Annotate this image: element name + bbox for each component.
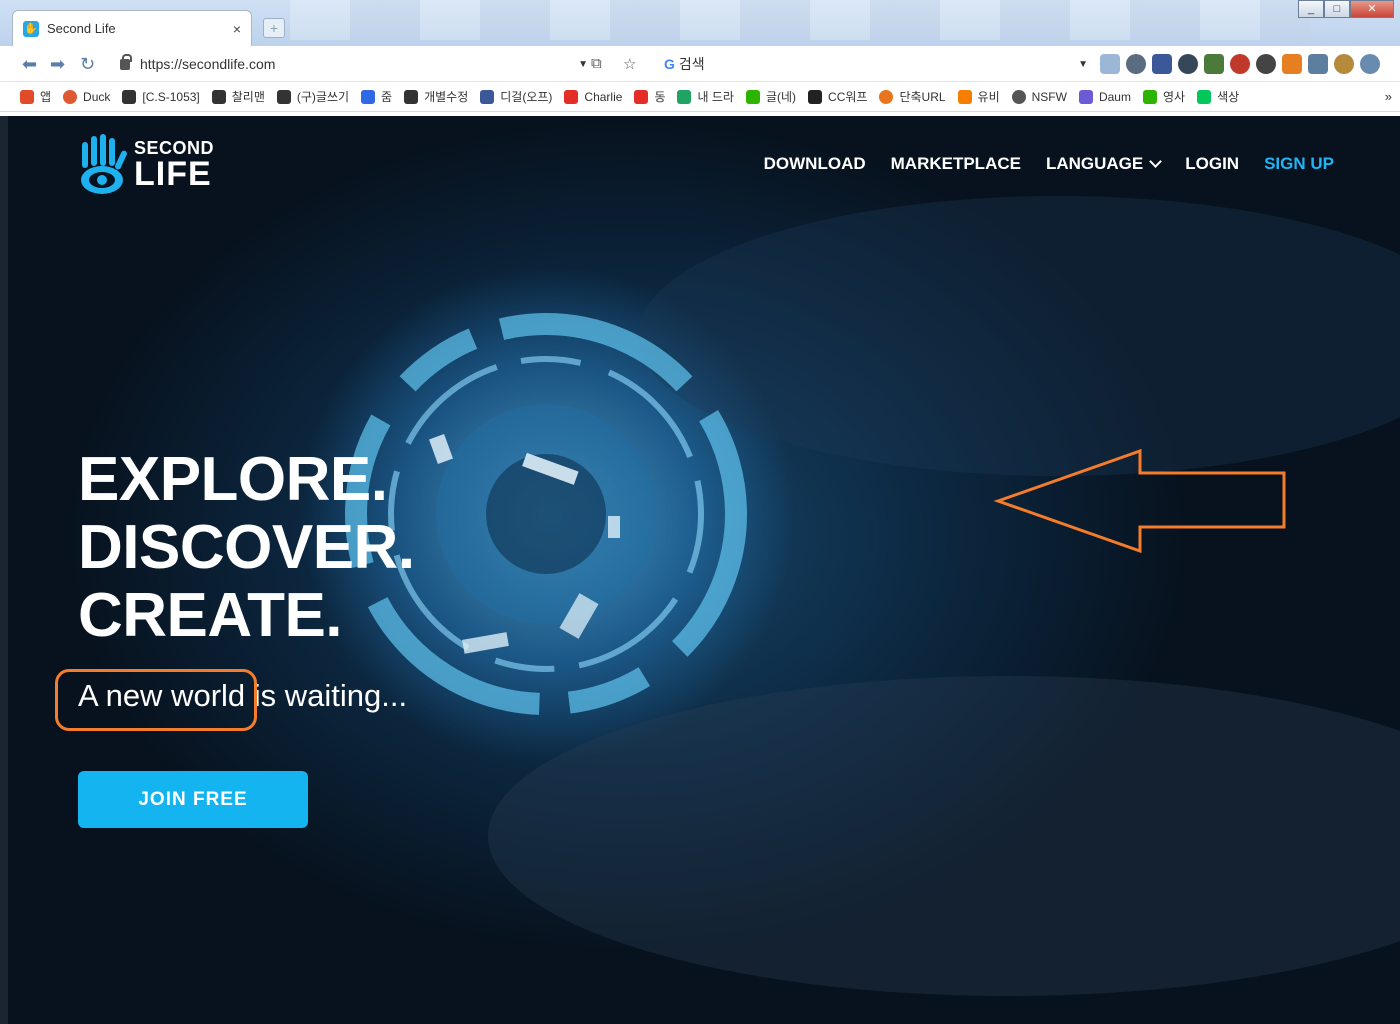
url-text: https://secondlife.com	[140, 56, 276, 72]
naver-icon	[1197, 89, 1212, 104]
bookmark-item[interactable]: 줌	[361, 88, 392, 105]
bookmark-item[interactable]: 앱	[20, 88, 51, 105]
nav-download-link[interactable]: DOWNLOAD	[764, 154, 866, 174]
chevron-down-icon	[1149, 155, 1163, 168]
bookmark-item[interactable]: 색상	[1197, 88, 1239, 105]
bookmark-item[interactable]: 글(네)	[745, 88, 796, 105]
bookmark-item[interactable]: 유비	[957, 88, 1000, 105]
zoom-z-icon	[361, 89, 376, 104]
bookmark-star-icon[interactable]: ☆	[623, 55, 636, 73]
bookmark-item[interactable]: NSFW	[1011, 89, 1067, 104]
bookmark-item[interactable]: 찰리맨	[211, 88, 265, 105]
bookmark-item[interactable]: Daum	[1078, 89, 1131, 104]
bookmark-item[interactable]: 단축URL	[879, 88, 946, 105]
annotation-highlight-oval	[55, 669, 257, 731]
join-free-button[interactable]: JOIN FREE	[78, 771, 308, 828]
headline-line-discover: DISCOVER.	[78, 513, 415, 582]
home-icon[interactable]	[1100, 54, 1120, 74]
bookmark-item[interactable]: Duck	[63, 89, 110, 104]
dots-icon	[404, 89, 419, 104]
bookmark-item[interactable]: [C.S-1053]	[122, 89, 200, 104]
bookmark-icon	[808, 89, 823, 104]
window-controls: _ □ ✕	[1298, 0, 1394, 18]
dots-icon	[276, 89, 291, 104]
page-viewport: SECOND LIFE DOWNLOAD MARKETPLACE LANGUAG…	[8, 116, 1400, 1024]
extension-icon[interactable]	[1204, 54, 1224, 74]
address-bar[interactable]: https://secondlife.com ▼	[110, 51, 588, 77]
annotation-arrow-icon	[993, 448, 1286, 554]
search-dropdown-icon[interactable]: ▼	[1078, 59, 1088, 70]
duckduckgo-icon	[63, 89, 78, 104]
tab-close-icon[interactable]: ×	[233, 21, 241, 37]
address-dropdown-icon[interactable]: ▼	[578, 59, 588, 70]
bookmark-icon	[1142, 89, 1157, 104]
extension-icon[interactable]	[1282, 54, 1302, 74]
hand-extension-icon[interactable]	[1126, 54, 1146, 74]
nav-language-dropdown[interactable]: LANGUAGE	[1045, 154, 1163, 174]
search-box[interactable]: G 검색 ▼	[664, 51, 1088, 77]
puzzle-icon[interactable]	[1308, 54, 1328, 74]
forward-arrow-icon[interactable]: ➡	[50, 54, 65, 75]
reload-icon[interactable]: ↻	[80, 54, 95, 75]
blog-icon	[745, 89, 760, 104]
second-life-logo[interactable]: SECOND LIFE	[78, 134, 214, 196]
bookmark-item[interactable]: CC워프	[808, 88, 867, 105]
background-window-blur	[290, 0, 1310, 40]
extension-icon[interactable]	[1230, 54, 1250, 74]
headline-line-create: CREATE.	[78, 581, 343, 650]
bookmark-item[interactable]: Charlie	[564, 89, 622, 104]
bookmarks-bar: 앱 Duck [C.S-1053] 찰리맨 (구)글쓰기 줌 개별수정 디걸(오…	[0, 82, 1400, 112]
new-tab-button[interactable]: +	[263, 18, 285, 38]
bookmark-item[interactable]: (구)글쓰기	[276, 88, 349, 105]
apps-grid-icon	[20, 89, 34, 104]
browser-tab[interactable]: ✋ Second Life ×	[12, 10, 252, 46]
extension-icon[interactable]	[1360, 54, 1380, 74]
youtube-icon	[634, 89, 649, 104]
maximize-button[interactable]: □	[1324, 0, 1350, 18]
bookmarks-overflow-button[interactable]: »	[1385, 89, 1392, 104]
translate-icon[interactable]: ⧉	[591, 55, 602, 72]
dots-icon	[122, 89, 137, 104]
google-drive-icon	[677, 89, 692, 104]
bookmark-item[interactable]: 동	[634, 88, 665, 105]
extension-icon[interactable]	[1256, 54, 1276, 74]
headline-line-explore: EXPLORE.	[78, 445, 388, 514]
bookmark-item[interactable]: 디걸(오프)	[480, 88, 552, 105]
bitly-icon	[879, 89, 894, 104]
close-window-button[interactable]: ✕	[1350, 0, 1394, 18]
extension-icons	[1100, 54, 1380, 74]
hero-headline: EXPLORE. DISCOVER. CREATE.	[78, 446, 415, 650]
logo-line2: LIFE	[134, 155, 212, 193]
globe-icon	[1011, 89, 1026, 104]
hand-eye-logo-icon	[81, 134, 127, 194]
main-nav: DOWNLOAD MARKETPLACE LANGUAGE LOGIN SIGN…	[764, 154, 1334, 174]
browser-toolbar: ⬅ ➡ ↻ https://secondlife.com ▼ ⧉ ☆ G 검색 …	[0, 46, 1400, 82]
facebook-icon[interactable]	[1152, 54, 1172, 74]
browser-titlebar: ✋ Second Life × + _ □ ✕	[0, 0, 1400, 46]
blogger-icon	[957, 89, 972, 104]
bookmark-item[interactable]: 개별수정	[404, 88, 468, 105]
nav-login-link[interactable]: LOGIN	[1185, 154, 1239, 174]
google-icon: G	[664, 56, 675, 72]
second-life-favicon-icon: ✋	[23, 20, 39, 37]
extension-icon[interactable]	[1178, 54, 1198, 74]
bookmark-icon	[480, 89, 495, 104]
youtube-icon	[564, 89, 579, 104]
nav-signup-link[interactable]: SIGN UP	[1264, 154, 1334, 174]
search-placeholder: 검색	[678, 56, 705, 72]
back-arrow-icon[interactable]: ⬅	[22, 54, 37, 75]
avatar[interactable]	[1334, 54, 1354, 74]
nav-marketplace-link[interactable]: MARKETPLACE	[891, 154, 1021, 174]
daum-icon	[1078, 89, 1093, 104]
dots-icon	[211, 89, 226, 104]
bookmark-item[interactable]: 영사	[1142, 88, 1185, 105]
tab-title: Second Life	[47, 21, 116, 36]
window-left-edge	[0, 116, 8, 1024]
bookmark-item[interactable]: 내 드라	[677, 88, 734, 105]
minimize-button[interactable]: _	[1298, 0, 1324, 18]
logo-wordmark: SECOND LIFE	[134, 139, 214, 191]
lock-icon	[120, 53, 132, 70]
nav-language-label: LANGUAGE	[1045, 154, 1144, 173]
